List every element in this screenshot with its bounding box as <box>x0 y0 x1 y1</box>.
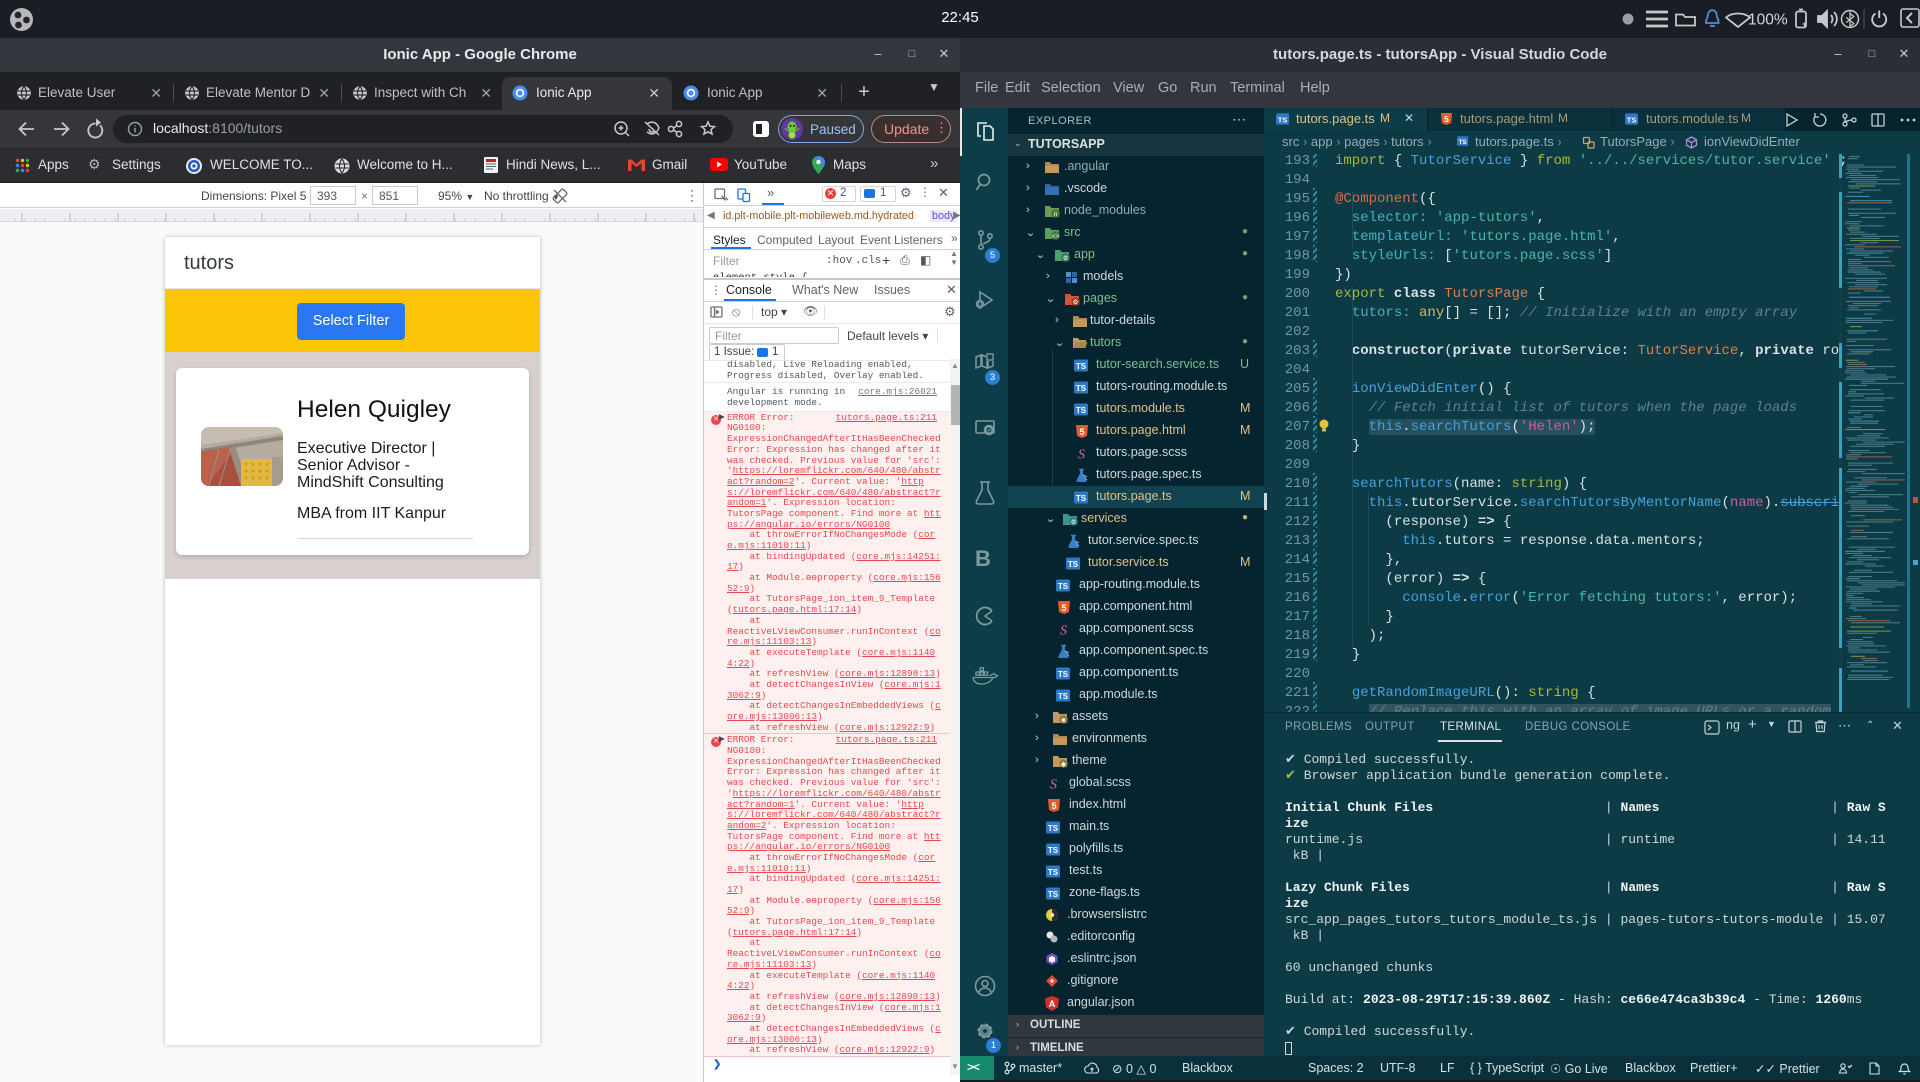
svg-text:⚙: ⚙ <box>1073 298 1079 306</box>
svg-text:TS: TS <box>1048 824 1059 833</box>
svg-text:TS: TS <box>1278 115 1288 124</box>
svg-text:⚙: ⚙ <box>1063 254 1069 262</box>
svg-text:TS: TS <box>1076 384 1087 393</box>
svg-text:S: S <box>1050 778 1057 792</box>
svg-text:TS: TS <box>1048 846 1059 855</box>
svg-text:TS: TS <box>1058 670 1069 679</box>
svg-text:■: ■ <box>1062 717 1066 724</box>
svg-text:TS: TS <box>1076 406 1087 415</box>
svg-text:5: 5 <box>1444 114 1449 124</box>
svg-text:TS: TS <box>1076 494 1087 503</box>
svg-text:TS: TS <box>1068 560 1079 569</box>
svg-text:n: n <box>1054 211 1058 218</box>
svg-text:S: S <box>1060 624 1067 638</box>
svg-text:<>: <> <box>1052 233 1060 240</box>
svg-text:TS: TS <box>1048 890 1059 899</box>
svg-text:TS: TS <box>1048 868 1059 877</box>
svg-text:S: S <box>1078 448 1085 462</box>
svg-text:TS: TS <box>1058 692 1069 701</box>
svg-text:5: 5 <box>1061 603 1066 613</box>
svg-text:5: 5 <box>1051 801 1056 811</box>
svg-text:TS: TS <box>1459 139 1468 146</box>
svg-text:TS: TS <box>1076 362 1087 371</box>
svg-text:5: 5 <box>1079 427 1084 437</box>
svg-text:A: A <box>1049 999 1056 1010</box>
svg-text:TS: TS <box>1058 582 1069 591</box>
svg-text:⚙: ⚙ <box>1071 518 1077 526</box>
svg-text:TS: TS <box>1627 115 1637 124</box>
